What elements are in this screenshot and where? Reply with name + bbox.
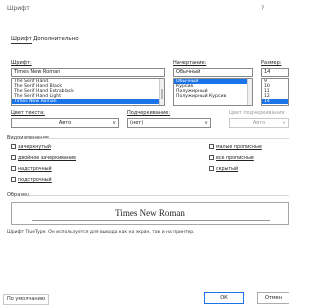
ok-button[interactable]: ОК (204, 292, 244, 304)
strikethrough-checkbox[interactable]: зачеркнутый (11, 144, 51, 151)
font-list[interactable]: The Serif Hand The Serif Hand Black The … (11, 78, 165, 106)
font-list-item-selected[interactable]: Times New Roman (12, 99, 164, 104)
checkbox-label: двойное зачеркивание (18, 156, 77, 161)
chevron-down-icon: ∨ (282, 120, 286, 126)
underline-color-label: Цвет подчеркивания: (229, 110, 286, 116)
style-list-scrollbar[interactable] (247, 79, 252, 105)
chevron-down-icon: ∨ (112, 120, 116, 126)
checkbox-box[interactable] (11, 144, 16, 149)
tab-font[interactable]: Шрифт (11, 36, 32, 44)
font-input[interactable]: Times New Roman (11, 68, 165, 77)
size-input[interactable]: 14 (261, 68, 289, 77)
checkbox-label: скрытый (216, 167, 239, 172)
size-list-item-selected[interactable]: 14 (262, 99, 288, 104)
checkbox-label: подстрочный (18, 178, 52, 183)
underline-color-value: Авто (252, 120, 266, 126)
tab-advanced[interactable]: Дополнительно (33, 36, 79, 42)
sample-text: Times New Roman (115, 208, 185, 218)
underline-color-dropdown: Авто ∨ (229, 118, 289, 128)
help-button[interactable]: ? (261, 5, 264, 12)
font-color-label: Цвет текста: (11, 110, 45, 116)
subscript-checkbox[interactable]: подстрочный (11, 177, 52, 184)
checkbox-label: все прописные (216, 156, 254, 161)
underline-value: (нет) (130, 120, 144, 126)
checkbox-label: зачеркнутый (18, 145, 51, 150)
font-dialog: Шрифт ? Шрифт Дополнительно Шрифт: Times… (0, 0, 289, 307)
checkbox-box[interactable] (11, 166, 16, 171)
font-label: Шрифт: (11, 60, 32, 66)
checkbox-label: малые прописные (216, 145, 262, 150)
set-default-button[interactable]: По умолчанию (3, 294, 50, 305)
hidden-checkbox[interactable]: скрытый (209, 166, 238, 173)
cancel-button[interactable]: Отмен (257, 292, 289, 304)
font-type-note: Шрифт TrueType. Он используется для выво… (7, 230, 195, 235)
double-strikethrough-checkbox[interactable]: двойное зачеркивание (11, 155, 76, 162)
chevron-down-icon: ∨ (204, 120, 208, 126)
divider (42, 138, 289, 139)
style-input[interactable]: Обычный (173, 68, 253, 77)
size-label: Размер: (261, 60, 282, 66)
checkbox-box[interactable] (11, 155, 16, 160)
sample-baseline (32, 220, 270, 221)
checkbox-label: надстрочный (18, 167, 52, 172)
divider (28, 195, 289, 196)
all-caps-checkbox[interactable]: все прописные (209, 155, 254, 162)
underline-label: Подчеркивание: (127, 110, 171, 116)
small-caps-checkbox[interactable]: малые прописные (209, 144, 262, 151)
checkbox-box[interactable] (209, 166, 214, 171)
size-list[interactable]: 9 10 11 12 14 (261, 78, 289, 106)
style-label: Начертание: (173, 60, 207, 66)
checkbox-box[interactable] (11, 177, 16, 182)
sample-label: Образец (7, 192, 30, 198)
font-list-scrollbar[interactable] (159, 79, 164, 105)
sample-preview: Times New Roman (11, 202, 289, 225)
font-color-value: Авто (58, 120, 72, 126)
font-color-dropdown[interactable]: Авто ∨ (11, 118, 119, 128)
style-list-item[interactable]: Полужирный Курсив (174, 94, 252, 99)
underline-dropdown[interactable]: (нет) ∨ (127, 118, 211, 128)
checkbox-box[interactable] (209, 155, 214, 160)
style-list[interactable]: Обычный Курсив Полужирный Полужирный Кур… (173, 78, 253, 106)
checkbox-box[interactable] (209, 144, 214, 149)
superscript-checkbox[interactable]: надстрочный (11, 166, 52, 173)
dialog-title: Шрифт (7, 5, 30, 12)
scrollbar-thumb[interactable] (161, 89, 163, 99)
